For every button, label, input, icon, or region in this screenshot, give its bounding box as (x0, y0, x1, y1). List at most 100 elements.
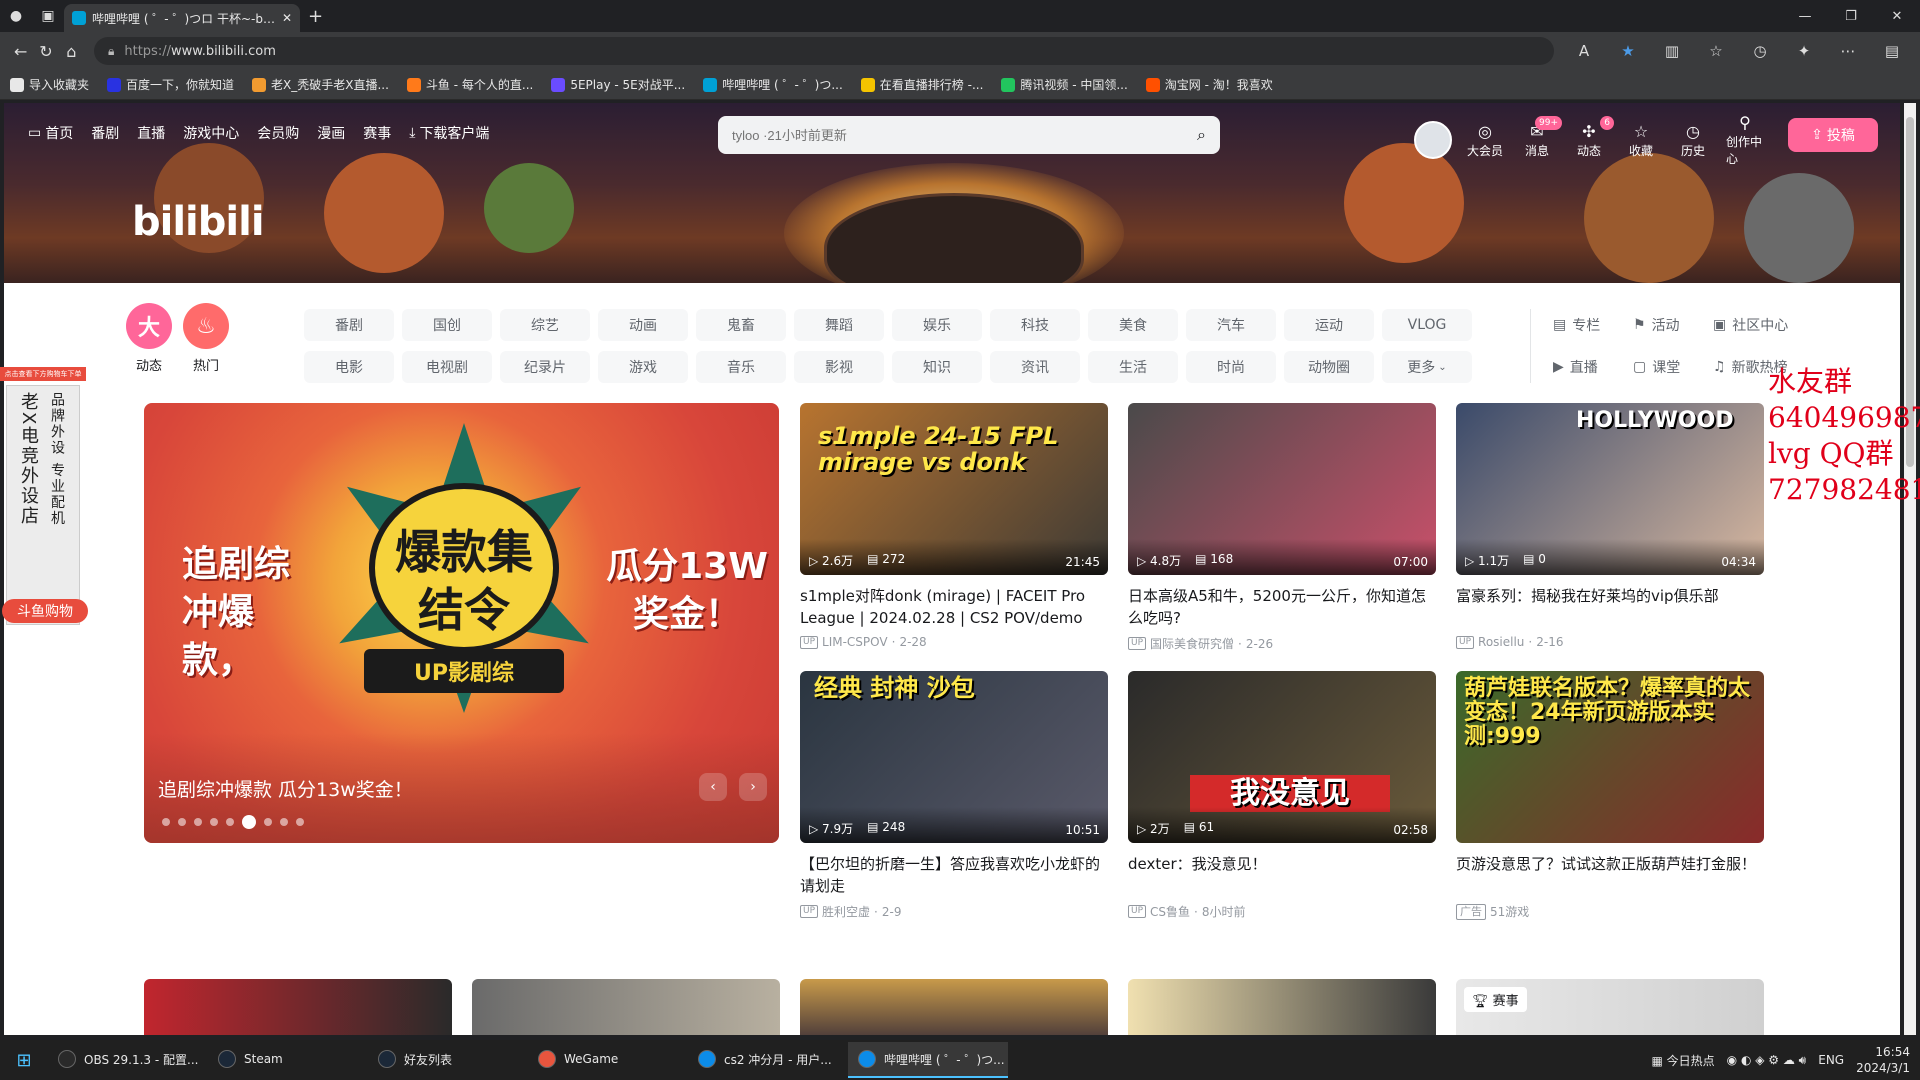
carousel-dot[interactable] (194, 818, 202, 826)
uploader-name[interactable]: LIM-CSPOV (822, 635, 888, 649)
promo-carousel[interactable]: 追剧综冲爆款， 爆款集结令 瓜分13W奖金！ UP影剧综 追剧综冲爆款 瓜分13… (144, 403, 779, 843)
refresh-icon[interactable]: ↻ (33, 36, 58, 66)
history-browser-icon[interactable]: ◷ (1740, 42, 1780, 60)
video-thumbnail[interactable]: s1mple 24-15 FPL mirage vs donk ▷ 2.6万 ▤ 2… (800, 403, 1108, 575)
category-tag[interactable]: 运动 (1284, 309, 1374, 341)
nav-item[interactable]: 直播 (137, 123, 165, 143)
taskbar-app[interactable]: 好友列表 (368, 1042, 528, 1078)
bookmark-item[interactable]: 淘宝网 - 淘！我喜欢 (1145, 76, 1273, 93)
side-link[interactable]: ▤ 专栏 (1553, 309, 1629, 341)
close-window-icon[interactable]: ✕ (1874, 0, 1920, 32)
video-title[interactable]: s1mple对阵donk (mirage) | FACEIT Pro Leagu… (800, 585, 1108, 629)
category-tag[interactable]: 娱乐 (892, 309, 982, 341)
carousel-dot[interactable] (280, 818, 288, 826)
bookmark-item[interactable]: 哔哩哔哩 ( ゜- ゜)つ... (703, 76, 843, 93)
video-card[interactable]: 经典 封神 沙包 ▷ 7.9万 ▤ 248 10:51 【巴尔坦的折磨一生】答应我喜欢吃… (800, 671, 1108, 920)
nav-item[interactable]: ⤓ 下载客户端 (409, 123, 489, 143)
uploader-name[interactable]: 国际美食研究僧 (1150, 635, 1234, 652)
nav-item[interactable]: 番剧 (91, 123, 119, 143)
favorites-icon[interactable]: ☆ (1696, 42, 1736, 60)
search-input[interactable] (732, 127, 1198, 143)
category-tag[interactable]: 鬼畜 (696, 309, 786, 341)
profile-icon[interactable]: ● (0, 0, 32, 32)
taskbar-app[interactable]: OBS 29.1.3 - 配置... (48, 1042, 208, 1078)
news-widget[interactable]: ▦ 今日热点 (1652, 1052, 1715, 1069)
home-icon[interactable]: ⌂ (59, 36, 84, 66)
start-icon[interactable]: ⊞ (0, 1050, 48, 1071)
channel-hot[interactable]: ♨ 热门 (183, 303, 229, 374)
bookmark-item[interactable]: 导入收藏夹 (10, 76, 89, 93)
category-tag[interactable]: 资讯 (990, 351, 1080, 383)
video-thumbnail-partial[interactable] (800, 979, 1108, 1035)
category-tag[interactable]: 国创 (402, 309, 492, 341)
category-tag[interactable]: 番剧 (304, 309, 394, 341)
category-tag[interactable]: 纪录片 (500, 351, 590, 383)
video-card[interactable]: ▷ 4.8万 ▤ 168 07:00 日本高级A5和牛，5200元一公斤，你知道怎么吃… (1128, 403, 1436, 652)
bookmark-item[interactable]: 腾讯视频 - 中国领... (1001, 76, 1128, 93)
back-icon[interactable]: ← (8, 36, 33, 66)
page-scrollbar[interactable] (1904, 103, 1916, 1035)
video-thumbnail-partial[interactable] (1128, 979, 1436, 1035)
video-thumbnail-partial[interactable] (144, 979, 452, 1035)
split-screen-icon[interactable]: ▥ (1652, 42, 1692, 60)
carousel-caption[interactable]: 追剧综冲爆款 瓜分13w奖金！ (158, 775, 413, 802)
uploader-name[interactable]: 51游戏 (1490, 903, 1529, 920)
side-link[interactable]: ▢ 课堂 (1633, 351, 1709, 383)
taskbar-app[interactable]: WeGame (528, 1042, 688, 1078)
bilibili-logo[interactable]: bilibili (132, 199, 265, 245)
video-card[interactable]: 葫芦娃联名版本？爆率真的太变态！24年新页游版本实测:999 页游没意思了？试试这… (1456, 671, 1764, 920)
bookmark-item[interactable]: 百度一下，你就知道 (107, 76, 234, 93)
carousel-dot[interactable] (264, 818, 272, 826)
user-nav-vip[interactable]: ◎ 大会员 (1466, 122, 1504, 159)
category-tag[interactable]: VLOG (1382, 309, 1472, 341)
video-thumbnail[interactable]: HOLLYWOOD ▷ 1.1万 ▤ 0 04:34 (1456, 403, 1764, 575)
close-tab-icon[interactable]: ✕ (282, 11, 292, 25)
video-title[interactable]: dexter：我没意见！ (1128, 853, 1436, 897)
category-tag[interactable]: 动物圈 (1284, 351, 1374, 383)
bookmark-item[interactable]: 5EPlay - 5E对战平... (551, 76, 685, 93)
uploader-name[interactable]: Rosiellu (1478, 635, 1524, 649)
address-bar[interactable]: 🔒︎ https://www.bilibili.com (93, 37, 1554, 65)
taskbar-app[interactable]: Steam (208, 1042, 368, 1078)
category-tag[interactable]: 游戏 (598, 351, 688, 383)
bookmark-item[interactable]: 在看直播排行榜 -... (860, 76, 983, 93)
user-nav-favorite[interactable]: ☆ 收藏 (1622, 122, 1660, 159)
clock[interactable]: 16:54 2024/3/1 (1856, 1044, 1910, 1076)
video-thumbnail[interactable]: ▷ 4.8万 ▤ 168 07:00 (1128, 403, 1436, 575)
video-thumbnail[interactable]: 葫芦娃联名版本？爆率真的太变态！24年新页游版本实测:999 (1456, 671, 1764, 843)
lock-icon[interactable]: 🔒︎ (108, 44, 114, 59)
nav-item[interactable]: 会员购 (257, 123, 299, 143)
video-thumbnail[interactable]: 我没意见 ▷ 2万 ▤ 61 02:58 (1128, 671, 1436, 843)
video-title[interactable]: 【巴尔坦的折磨一生】答应我喜欢吃小龙虾的请划走 (800, 853, 1108, 897)
upload-button[interactable]: ⇪ 投稿 (1788, 118, 1878, 152)
sidebar-icon[interactable]: ▤ (1872, 42, 1912, 60)
video-title[interactable]: 富豪系列：揭秘我在好莱坞的vip俱乐部 (1456, 585, 1764, 629)
category-tag[interactable]: 汽车 (1186, 309, 1276, 341)
browser-tab-bilibili[interactable]: 哔哩哔哩 ( ゜- ゜)つロ 干杯~-bilibili ✕ (64, 4, 300, 32)
nav-item[interactable]: 漫画 (317, 123, 345, 143)
carousel-dot[interactable] (226, 818, 234, 826)
video-thumbnail-partial[interactable] (472, 979, 780, 1035)
search-icon[interactable]: ⌕ (1197, 125, 1206, 145)
live-event-card[interactable]: 🏆︎ 赛事 (1456, 979, 1764, 1035)
avatar[interactable] (1414, 121, 1452, 159)
tray-icons[interactable]: ◉ ◐ ◈ ⚙ ☁ 🔊︎ (1727, 1053, 1807, 1068)
category-tag[interactable]: 电影 (304, 351, 394, 383)
nav-item[interactable]: 游戏中心 (183, 123, 239, 143)
category-tag[interactable]: 影视 (794, 351, 884, 383)
user-nav-message[interactable]: ✉ 99+ 消息 (1518, 115, 1562, 159)
category-tag[interactable]: 综艺 (500, 309, 590, 341)
carousel-dot[interactable] (296, 818, 304, 826)
video-card[interactable]: s1mple 24-15 FPL mirage vs donk ▷ 2.6万 ▤ 2… (800, 403, 1108, 649)
bookmark-item[interactable]: 老X_秃破手老X直播... (252, 76, 389, 93)
category-tag[interactable]: 舞蹈 (794, 309, 884, 341)
category-tag[interactable]: 生活 (1088, 351, 1178, 383)
carousel-next-button[interactable]: › (739, 773, 767, 801)
language-indicator[interactable]: ENG (1818, 1053, 1844, 1067)
more-icon[interactable]: ⋯ (1828, 42, 1868, 60)
category-tag[interactable]: 动画 (598, 309, 688, 341)
tab-actions-icon[interactable]: ▣ (32, 0, 64, 32)
category-tag[interactable]: 科技 (990, 309, 1080, 341)
category-tag[interactable]: 时尚 (1186, 351, 1276, 383)
category-tag[interactable]: 更多 ⌄ (1382, 351, 1472, 383)
